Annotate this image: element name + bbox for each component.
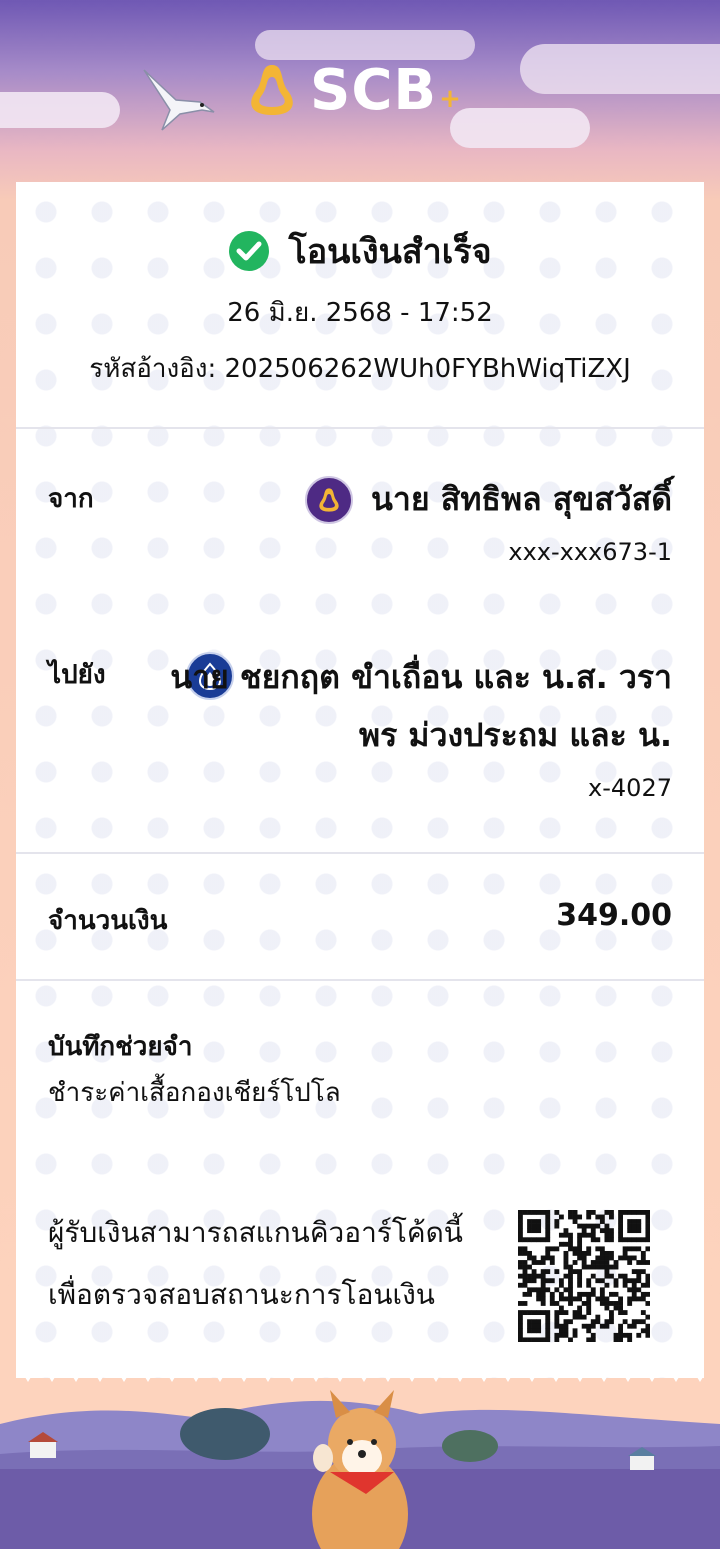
cloud-decoration (520, 44, 720, 94)
sender-account: xxx-xxx673-1 (508, 538, 672, 566)
scb-logo-icon (251, 65, 293, 115)
divider (16, 427, 704, 429)
cloud-decoration (0, 92, 120, 128)
bird-illustration (143, 69, 215, 131)
from-label: จาก (48, 484, 94, 514)
to-label: ไปยัง (48, 660, 106, 690)
qr-note: ผู้รับเงินสามารถสแกนคิวอาร์โค้ดนี้เพื่อต… (48, 1216, 463, 1311)
check-circle-icon (229, 231, 270, 271)
transaction-datetime: 26 มิ.ย. 2568 - 17:52 (227, 298, 493, 328)
status-header: โอนเงินสำเร็จ (16, 224, 704, 278)
amount-label: จำนวนเงิน (48, 906, 168, 936)
amount-value: 349.00 (556, 898, 672, 933)
divider (16, 852, 704, 854)
scb-bank-icon (319, 487, 339, 512)
scb-bank-avatar (305, 475, 354, 524)
reference-line: รหัสอ้างอิง: 202506262WUh0FYBhWiqTiZXJ (16, 348, 704, 389)
recipient-account: x-4027 (588, 774, 672, 802)
memo-text: ชำระค่าเสื้อกองเชียร์โปโล (48, 1078, 341, 1108)
cloud-decoration (255, 30, 475, 60)
landscape-illustration (0, 1390, 720, 1549)
sender-name: นาย สิทธิพล สุขสวัสดิ์ (371, 480, 672, 518)
status-title: โอนเงินสำเร็จ (288, 232, 492, 272)
brand-name: SCB (310, 57, 438, 123)
divider (16, 979, 704, 981)
recipient-name: นาย ชยกฤต ขำเถื่อน และ น.ส. วราพร ม่วงปร… (170, 658, 672, 754)
qr-code[interactable] (518, 1210, 650, 1342)
tree-cluster (180, 1408, 270, 1460)
sender: นาย สิทธิพล สุขสวัสดิ์ (305, 474, 672, 525)
memo-label: บันทึกช่วยจำ (48, 1032, 193, 1062)
brand-plus: + (439, 84, 461, 114)
reference-label: รหัสอ้างอิง: (89, 354, 217, 384)
receipt-zigzag-edge (16, 1362, 704, 1382)
cloud-decoration (450, 108, 590, 148)
receipt-card: โอนเงินสำเร็จ 26 มิ.ย. 2568 - 17:52 รหัส… (16, 182, 704, 1378)
reference-value: 202506262WUh0FYBhWiqTiZXJ (224, 354, 631, 384)
scb-logo: SCB + (244, 57, 461, 123)
